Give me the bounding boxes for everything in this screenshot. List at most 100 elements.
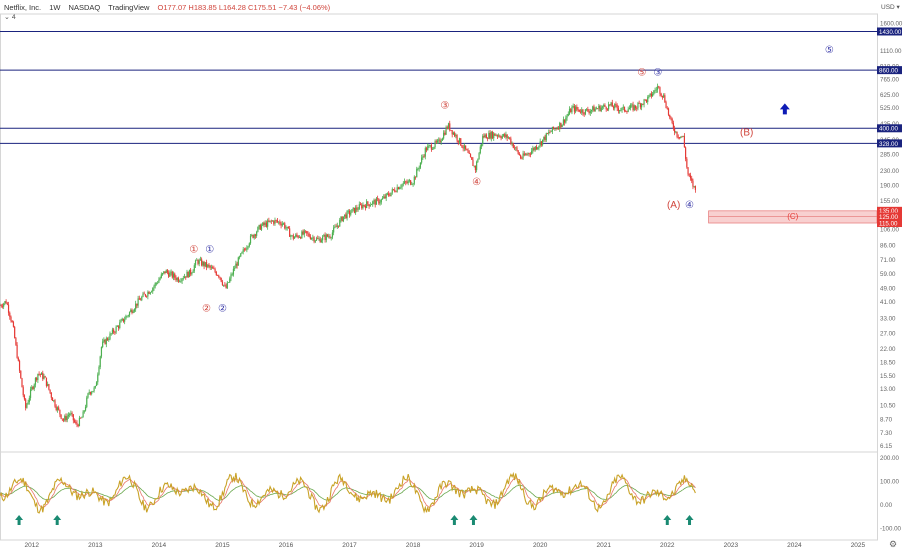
x-tick-label: 2024 xyxy=(787,542,802,549)
price-bar-body xyxy=(285,228,287,229)
price-bar-body xyxy=(227,282,230,284)
price-bar-body xyxy=(295,234,297,237)
price-bar-body xyxy=(521,158,523,159)
price-bar-body xyxy=(335,226,337,228)
signal-arrow-up-icon xyxy=(469,515,478,525)
price-bar-body xyxy=(273,220,275,224)
price-bar-body xyxy=(257,227,259,232)
price-bar-body xyxy=(469,153,472,158)
price-bar-body xyxy=(117,326,120,329)
price-bar-body xyxy=(18,360,21,371)
price-bar-body xyxy=(329,236,331,238)
price-bar-body xyxy=(465,145,467,150)
price-bar-body xyxy=(130,309,132,313)
price-bar-body xyxy=(385,193,387,199)
price-bar-body xyxy=(147,291,149,297)
wave-label: ③ xyxy=(440,100,449,111)
signal-arrow-up-icon xyxy=(450,515,459,525)
price-bar-body xyxy=(597,108,599,110)
price-bar-body xyxy=(677,136,679,138)
x-tick-label: 2019 xyxy=(469,542,484,549)
price-bar-body xyxy=(199,259,202,261)
price-bar-body xyxy=(560,122,562,127)
x-tick-label: 2013 xyxy=(88,542,103,549)
price-bar-body xyxy=(248,243,250,247)
price-bar-body xyxy=(252,234,254,238)
price-bar-body xyxy=(540,141,543,145)
price-bar-body xyxy=(106,338,109,340)
price-bar-body xyxy=(352,207,354,210)
price-bar-body xyxy=(315,238,318,241)
price-bar-body xyxy=(621,107,623,111)
price-bar-body xyxy=(559,122,561,130)
y-axis-labels: 6.15 7.30 8.70 10.50 13.00 15.50 18.50 22.00 27.… xyxy=(0,13,903,541)
price-chart[interactable]: 6.15 7.30 8.70 10.50 13.00 15.50 18.50 22.00 27.… xyxy=(0,0,909,551)
price-bar-body xyxy=(324,235,326,240)
price-bar-body xyxy=(645,99,648,103)
price-bar-body xyxy=(590,109,593,112)
price-bar-body xyxy=(215,271,217,276)
price-bar-body xyxy=(286,226,288,229)
price-bar-body xyxy=(653,90,655,95)
price-bar-body xyxy=(439,139,441,143)
level-price-tag-label: 328.00 xyxy=(879,141,898,148)
price-bar-body xyxy=(176,277,178,281)
price-bar-body xyxy=(126,315,128,317)
price-bar-body xyxy=(31,386,33,390)
price-bar-body xyxy=(251,234,253,236)
price-bar-body xyxy=(625,111,627,112)
price-bar-body xyxy=(33,384,35,389)
price-bar-body xyxy=(639,103,641,108)
price-bar-body xyxy=(100,347,103,357)
price-bar-body xyxy=(630,105,632,109)
price-bar-body xyxy=(80,417,82,419)
price-bar-body xyxy=(32,386,34,389)
target-zone: (C)135.00125.00115.00 xyxy=(708,206,902,227)
price-bar-body xyxy=(143,293,145,295)
price-bar-body xyxy=(44,376,46,378)
price-bar-body xyxy=(553,126,555,130)
price-bar-body xyxy=(268,220,270,222)
wave-label: ③ xyxy=(653,68,662,79)
price-bar-body xyxy=(65,416,67,421)
price-bar-body xyxy=(432,148,434,150)
y-tick-label: 59.00 xyxy=(880,271,896,278)
price-bar-body xyxy=(391,189,393,193)
plot-frame xyxy=(0,13,878,541)
price-bar-body xyxy=(595,108,597,110)
price-bar-body xyxy=(225,285,227,289)
price-bar-body xyxy=(245,249,247,251)
price-bar-body xyxy=(159,277,161,280)
price-bar-body xyxy=(416,168,418,178)
price-bar-body xyxy=(425,148,428,151)
price-bar-body xyxy=(694,185,696,190)
price-bar-body xyxy=(487,138,489,140)
price-bar-body xyxy=(337,225,340,227)
price-bar-body xyxy=(191,272,193,275)
y-tick-label: 8.70 xyxy=(880,417,893,424)
price-bar-body xyxy=(683,135,685,148)
price-bar-body xyxy=(554,128,556,130)
price-bar-body xyxy=(403,181,406,184)
price-bar-body xyxy=(680,136,682,138)
price-bar-body xyxy=(361,204,363,209)
zone-price-tag-label: 115.00 xyxy=(879,220,898,227)
price-bar-body xyxy=(671,118,673,124)
x-tick-label: 2023 xyxy=(724,542,739,549)
price-bar-body xyxy=(466,149,468,151)
price-bar-body xyxy=(375,198,378,205)
price-bar-body xyxy=(593,106,595,112)
price-bar-body xyxy=(366,201,368,208)
price-bar-body xyxy=(344,214,346,217)
price-bar-body xyxy=(264,222,266,225)
price-bar-body xyxy=(648,95,650,98)
price-bar-body xyxy=(609,104,611,106)
price-bar-body xyxy=(545,133,547,141)
price-bar-body xyxy=(172,273,175,278)
price-bar-body xyxy=(309,236,312,240)
price-bar-body xyxy=(557,127,560,130)
price-bar-body xyxy=(1,306,4,307)
y-tick-label: 22.00 xyxy=(880,346,896,353)
price-bar-body xyxy=(290,235,292,237)
price-bar-body xyxy=(518,153,521,156)
